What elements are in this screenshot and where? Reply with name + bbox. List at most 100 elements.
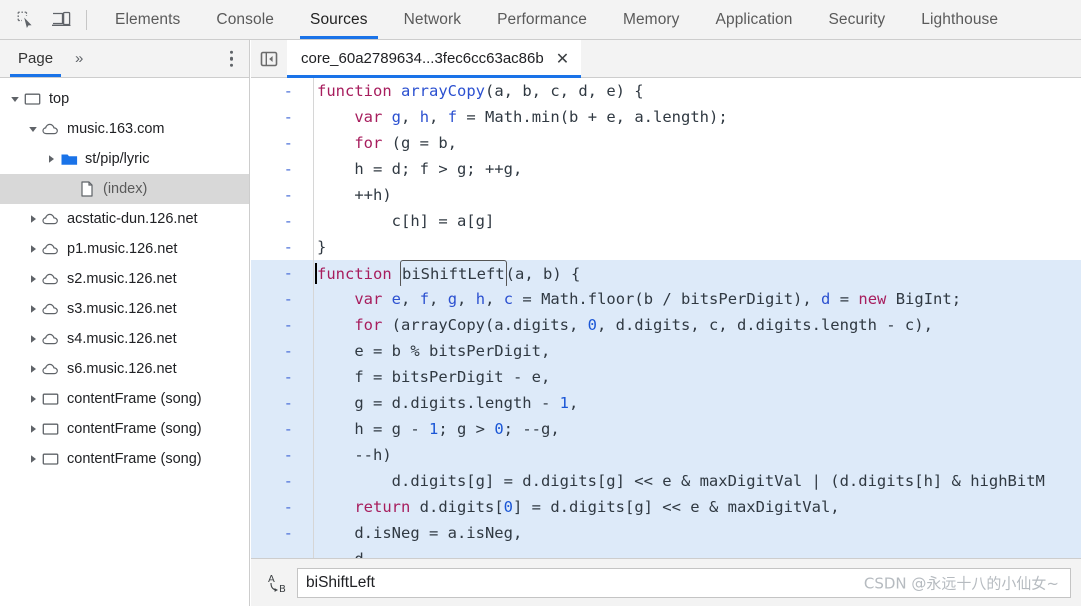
frame-icon — [40, 392, 62, 406]
tree-item-label: (index) — [103, 181, 148, 197]
code-line[interactable]: - e = b % bitsPerDigit, — [251, 338, 1081, 364]
code-line[interactable]: - h = g - 1; g > 0; --g, — [251, 416, 1081, 442]
tab-memory[interactable]: Memory — [605, 0, 698, 39]
tree-item[interactable]: s6.music.126.net — [0, 354, 249, 384]
line-gutter-marker[interactable]: - — [251, 182, 307, 208]
tree-item[interactable]: contentFrame (song) — [0, 414, 249, 444]
chevron-right-icon[interactable] — [26, 394, 40, 404]
line-gutter-marker[interactable]: - — [251, 520, 307, 546]
tree-item[interactable]: top — [0, 84, 249, 114]
tree-item[interactable]: contentFrame (song) — [0, 384, 249, 414]
frame-icon — [40, 422, 62, 436]
tree-item[interactable]: s4.music.126.net — [0, 324, 249, 354]
code-token: arrayCopy — [401, 82, 485, 100]
chevron-right-icon[interactable] — [26, 454, 40, 464]
line-gutter-marker[interactable]: - — [251, 390, 307, 416]
code-token: , — [401, 290, 420, 308]
line-gutter-marker[interactable]: - — [251, 156, 307, 182]
code-line[interactable]: - function arrayCopy(a, b, c, d, e) { — [251, 78, 1081, 104]
code-line[interactable]: - d.isNeg = a.isNeg, — [251, 520, 1081, 546]
line-gutter-marker[interactable]: - — [251, 442, 307, 468]
tab-label: Sources — [310, 10, 368, 28]
tree-item[interactable]: acstatic-dun.126.net — [0, 204, 249, 234]
chevron-down-icon[interactable] — [8, 94, 22, 104]
line-gutter-marker[interactable]: - — [251, 130, 307, 156]
code-line[interactable]: - d.digits[g] = d.digits[g] << e & maxDi… — [251, 468, 1081, 494]
code-line[interactable]: - c[h] = a[g] — [251, 208, 1081, 234]
line-gutter-marker[interactable]: - — [251, 312, 307, 338]
tab-sources[interactable]: Sources — [292, 0, 386, 39]
tab-security[interactable]: Security — [810, 0, 903, 39]
code-line[interactable]: - ++h) — [251, 182, 1081, 208]
chevron-right-icon[interactable] — [26, 424, 40, 434]
cloud-icon — [40, 122, 62, 136]
code-line[interactable]: - g = d.digits.length - 1, — [251, 390, 1081, 416]
tree-item[interactable]: p1.music.126.net — [0, 234, 249, 264]
line-gutter-marker[interactable]: - — [251, 494, 307, 520]
more-options-icon[interactable] — [229, 50, 233, 67]
code-line[interactable]: - function biShiftLeft(a, b) { — [251, 260, 1081, 288]
line-gutter-marker[interactable]: - — [251, 234, 307, 260]
chevron-right-icon[interactable] — [26, 334, 40, 344]
line-gutter-marker[interactable]: - — [251, 208, 307, 234]
tab-lighthouse[interactable]: Lighthouse — [903, 0, 1016, 39]
tab-application[interactable]: Application — [698, 0, 811, 39]
line-gutter-marker[interactable]: - — [251, 286, 307, 312]
chevron-down-icon[interactable] — [26, 124, 40, 134]
rename-token-box[interactable]: biShiftLeft — [400, 260, 507, 288]
tree-item[interactable]: contentFrame (song) — [0, 444, 249, 474]
device-toolbar-icon[interactable] — [46, 5, 76, 35]
code-line[interactable]: - return d.digits[0] = d.digits[g] << e … — [251, 494, 1081, 520]
tab-console[interactable]: Console — [198, 0, 292, 39]
tree-item[interactable]: (index) — [0, 174, 249, 204]
chevron-right-icon[interactable] — [44, 154, 58, 164]
tab-performance[interactable]: Performance — [479, 0, 605, 39]
chevron-right-icon[interactable] — [26, 274, 40, 284]
code-token: (g = b, — [382, 134, 457, 152]
code-line[interactable]: - for (arrayCopy(a.digits, 0, d.digits, … — [251, 312, 1081, 338]
close-icon[interactable]: ✕ — [556, 50, 569, 67]
code-line[interactable]: - var e, f, g, h, c = Math.floor(b / bit… — [251, 286, 1081, 312]
chevron-right-icon[interactable] — [26, 364, 40, 374]
line-gutter-marker[interactable]: - — [251, 416, 307, 442]
tree-item-label: p1.music.126.net — [67, 241, 178, 257]
text-caret — [315, 263, 317, 284]
tree-item[interactable]: s2.music.126.net — [0, 264, 249, 294]
code-token: h — [419, 108, 430, 126]
tree-item[interactable]: music.163.com — [0, 114, 249, 144]
line-gutter-marker[interactable]: - — [251, 338, 307, 364]
cloud-icon — [40, 362, 62, 376]
code-line[interactable]: - h = d; f > g; ++g, — [251, 156, 1081, 182]
line-gutter-marker[interactable]: - — [251, 364, 307, 390]
file-tab[interactable]: core_60a2789634...3fec6cc63ac86b ✕ — [287, 40, 582, 78]
tree-item-label: s3.music.126.net — [67, 301, 177, 317]
chevron-right-icon[interactable] — [26, 214, 40, 224]
tree-item[interactable]: st/pip/lyric — [0, 144, 249, 174]
code-line[interactable]: - f = bitsPerDigit - e, — [251, 364, 1081, 390]
collapse-sidebar-icon[interactable] — [251, 40, 287, 78]
inspect-element-icon[interactable] — [10, 5, 40, 35]
rename-input[interactable] — [297, 567, 1071, 598]
file-tab-title: core_60a2789634...3fec6cc63ac86b — [301, 50, 544, 67]
code-line[interactable]: -} — [251, 234, 1081, 260]
code-line[interactable]: - --h) — [251, 442, 1081, 468]
chevron-right-icon[interactable] — [26, 244, 40, 254]
cloud-icon — [40, 332, 62, 346]
code-line[interactable]: - for (g = b, — [251, 130, 1081, 156]
more-tabs-icon[interactable]: » — [75, 50, 83, 67]
code-token: var — [354, 108, 383, 126]
code-viewer[interactable]: - function arrayCopy(a, b, c, d, e) {- va… — [251, 78, 1081, 568]
tab-elements[interactable]: Elements — [97, 0, 198, 39]
chevron-right-icon[interactable] — [26, 304, 40, 314]
line-gutter-marker[interactable]: - — [251, 260, 307, 286]
code-token: (a, b) { — [505, 265, 581, 283]
tab-network[interactable]: Network — [386, 0, 480, 39]
tree-item[interactable]: s3.music.126.net — [0, 294, 249, 324]
line-gutter-marker[interactable]: - — [251, 104, 307, 130]
tab-page[interactable]: Page — [10, 40, 62, 77]
code-line[interactable]: - var g, h, f = Math.min(b + e, a.length… — [251, 104, 1081, 130]
tab-label: Network — [403, 10, 462, 28]
line-gutter-marker[interactable]: - — [251, 468, 307, 494]
line-gutter-marker[interactable]: - — [251, 78, 307, 104]
